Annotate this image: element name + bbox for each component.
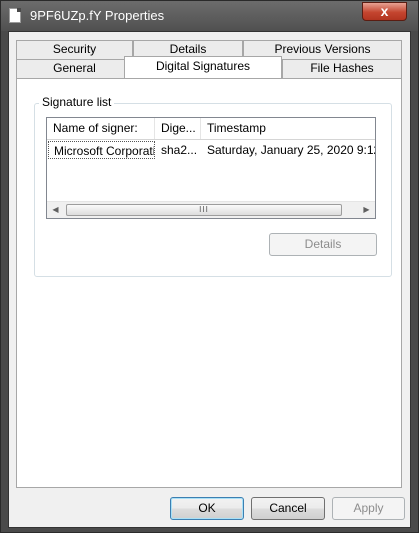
properties-window: 9PF6UZp.fY Properties x Security Details… [0, 0, 419, 533]
cancel-button[interactable]: Cancel [251, 497, 325, 520]
signature-listview[interactable]: Name of signer: Dige... Timestamp Micros… [46, 117, 376, 219]
title-bar[interactable]: 9PF6UZp.fY Properties x [1, 1, 418, 31]
horizontal-scrollbar[interactable]: ◀ III ▶ [47, 201, 375, 218]
cell-timestamp: Saturday, January 25, 2020 9:12:... [207, 143, 375, 157]
tab-digital-signatures[interactable]: Digital Signatures [124, 56, 282, 78]
apply-button[interactable]: Apply [332, 497, 405, 520]
dialog-client-area: Security Details Previous Versions Gener… [8, 31, 411, 528]
ok-button[interactable]: OK [170, 497, 244, 520]
close-button[interactable]: x [362, 2, 407, 21]
column-header-timestamp[interactable]: Timestamp [201, 118, 375, 139]
tab-file-hashes[interactable]: File Hashes [282, 59, 402, 78]
listview-header: Name of signer: Dige... Timestamp [47, 118, 375, 140]
tab-general[interactable]: General [16, 59, 133, 78]
column-header-name-of-signer[interactable]: Name of signer: [47, 118, 155, 139]
scroll-right-arrow-icon[interactable]: ▶ [358, 202, 375, 218]
cell-signer-name: Microsoft Corporation [48, 141, 155, 159]
scroll-thumb[interactable]: III [66, 204, 342, 216]
scroll-left-arrow-icon[interactable]: ◀ [47, 202, 64, 218]
tab-security[interactable]: Security [16, 40, 133, 59]
cell-digest: sha2... [161, 143, 198, 157]
signature-list-label: Signature list [39, 95, 115, 109]
table-row[interactable]: Microsoft Corporation sha2... Saturday, … [47, 141, 375, 159]
file-icon [9, 8, 21, 23]
column-header-digest[interactable]: Dige... [155, 118, 201, 139]
tab-panel-digital-signatures: Signature list Name of signer: Dige... T… [16, 78, 402, 488]
window-title: 9PF6UZp.fY Properties [30, 8, 165, 23]
details-button[interactable]: Details [269, 233, 377, 256]
